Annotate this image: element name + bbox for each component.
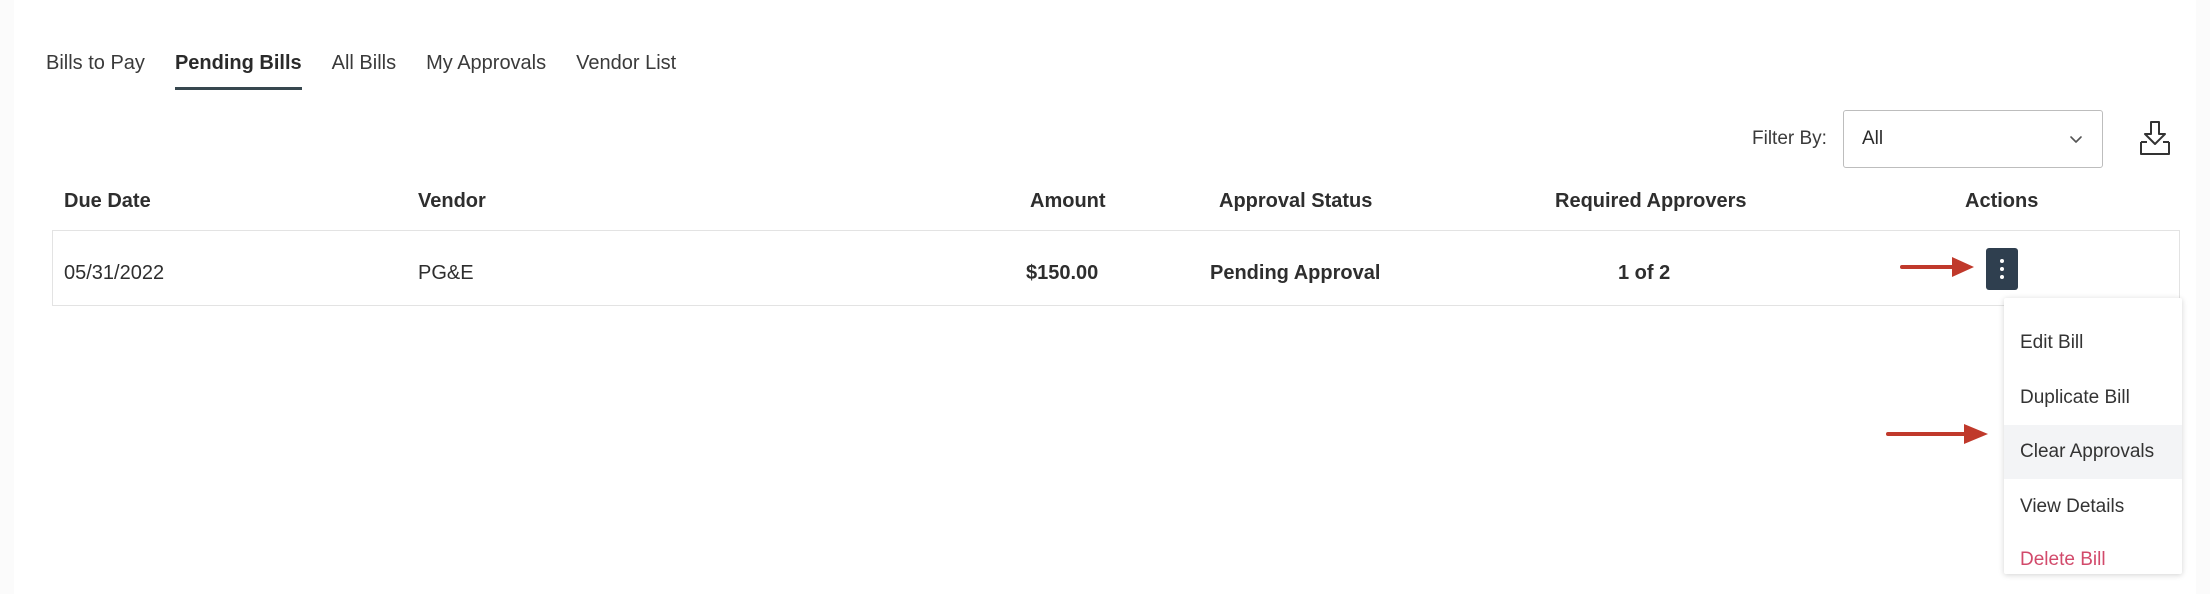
tab-bar: Bills to Pay Pending Bills All Bills My …	[46, 52, 706, 96]
cell-vendor: PG&E	[418, 262, 474, 284]
tab-vendor-list[interactable]: Vendor List	[576, 52, 676, 87]
table-row[interactable]	[52, 230, 2180, 306]
annotation-arrow	[1900, 257, 1974, 277]
annotation-arrow	[1886, 424, 1988, 444]
cell-approval-status: Pending Approval	[1210, 262, 1381, 284]
header-actions: Actions	[1965, 190, 2039, 212]
header-due-date[interactable]: Due Date	[64, 190, 151, 213]
menu-item-view-details[interactable]: View Details	[2004, 480, 2182, 534]
menu-item-edit-bill[interactable]: Edit Bill	[2004, 316, 2182, 370]
tab-my-approvals[interactable]: My Approvals	[426, 52, 546, 87]
cell-required-approvers: 1 of 2	[1618, 262, 1671, 284]
header-vendor[interactable]: Vendor	[418, 190, 486, 213]
filter-label: Filter By:	[1752, 128, 1827, 149]
menu-item-clear-approvals[interactable]: Clear Approvals	[2004, 425, 2182, 479]
tab-pending-bills[interactable]: Pending Bills	[174, 52, 302, 90]
filter-selected-value: All	[1862, 128, 1884, 149]
menu-item-duplicate-bill[interactable]: Duplicate Bill	[2004, 371, 2182, 425]
menu-item-delete-bill[interactable]: Delete Bill	[2004, 533, 2182, 587]
tab-bills-to-pay[interactable]: Bills to Pay	[46, 52, 145, 87]
tab-all-bills[interactable]: All Bills	[332, 52, 396, 87]
chevron-down-icon	[2070, 136, 2082, 143]
header-approval-status[interactable]: Approval Status	[1219, 190, 1372, 213]
more-vertical-icon[interactable]	[1986, 248, 2018, 290]
cell-due-date: 05/31/2022	[64, 262, 165, 284]
cell-amount: $150.00	[1026, 262, 1099, 284]
header-amount[interactable]: Amount	[1030, 190, 1106, 213]
filter-select[interactable]: All	[1843, 110, 2103, 168]
download-icon[interactable]	[2138, 120, 2172, 158]
actions-menu: Edit Bill Duplicate Bill Clear Approvals…	[2004, 298, 2182, 574]
header-required-approvers[interactable]: Required Approvers	[1555, 190, 1747, 213]
